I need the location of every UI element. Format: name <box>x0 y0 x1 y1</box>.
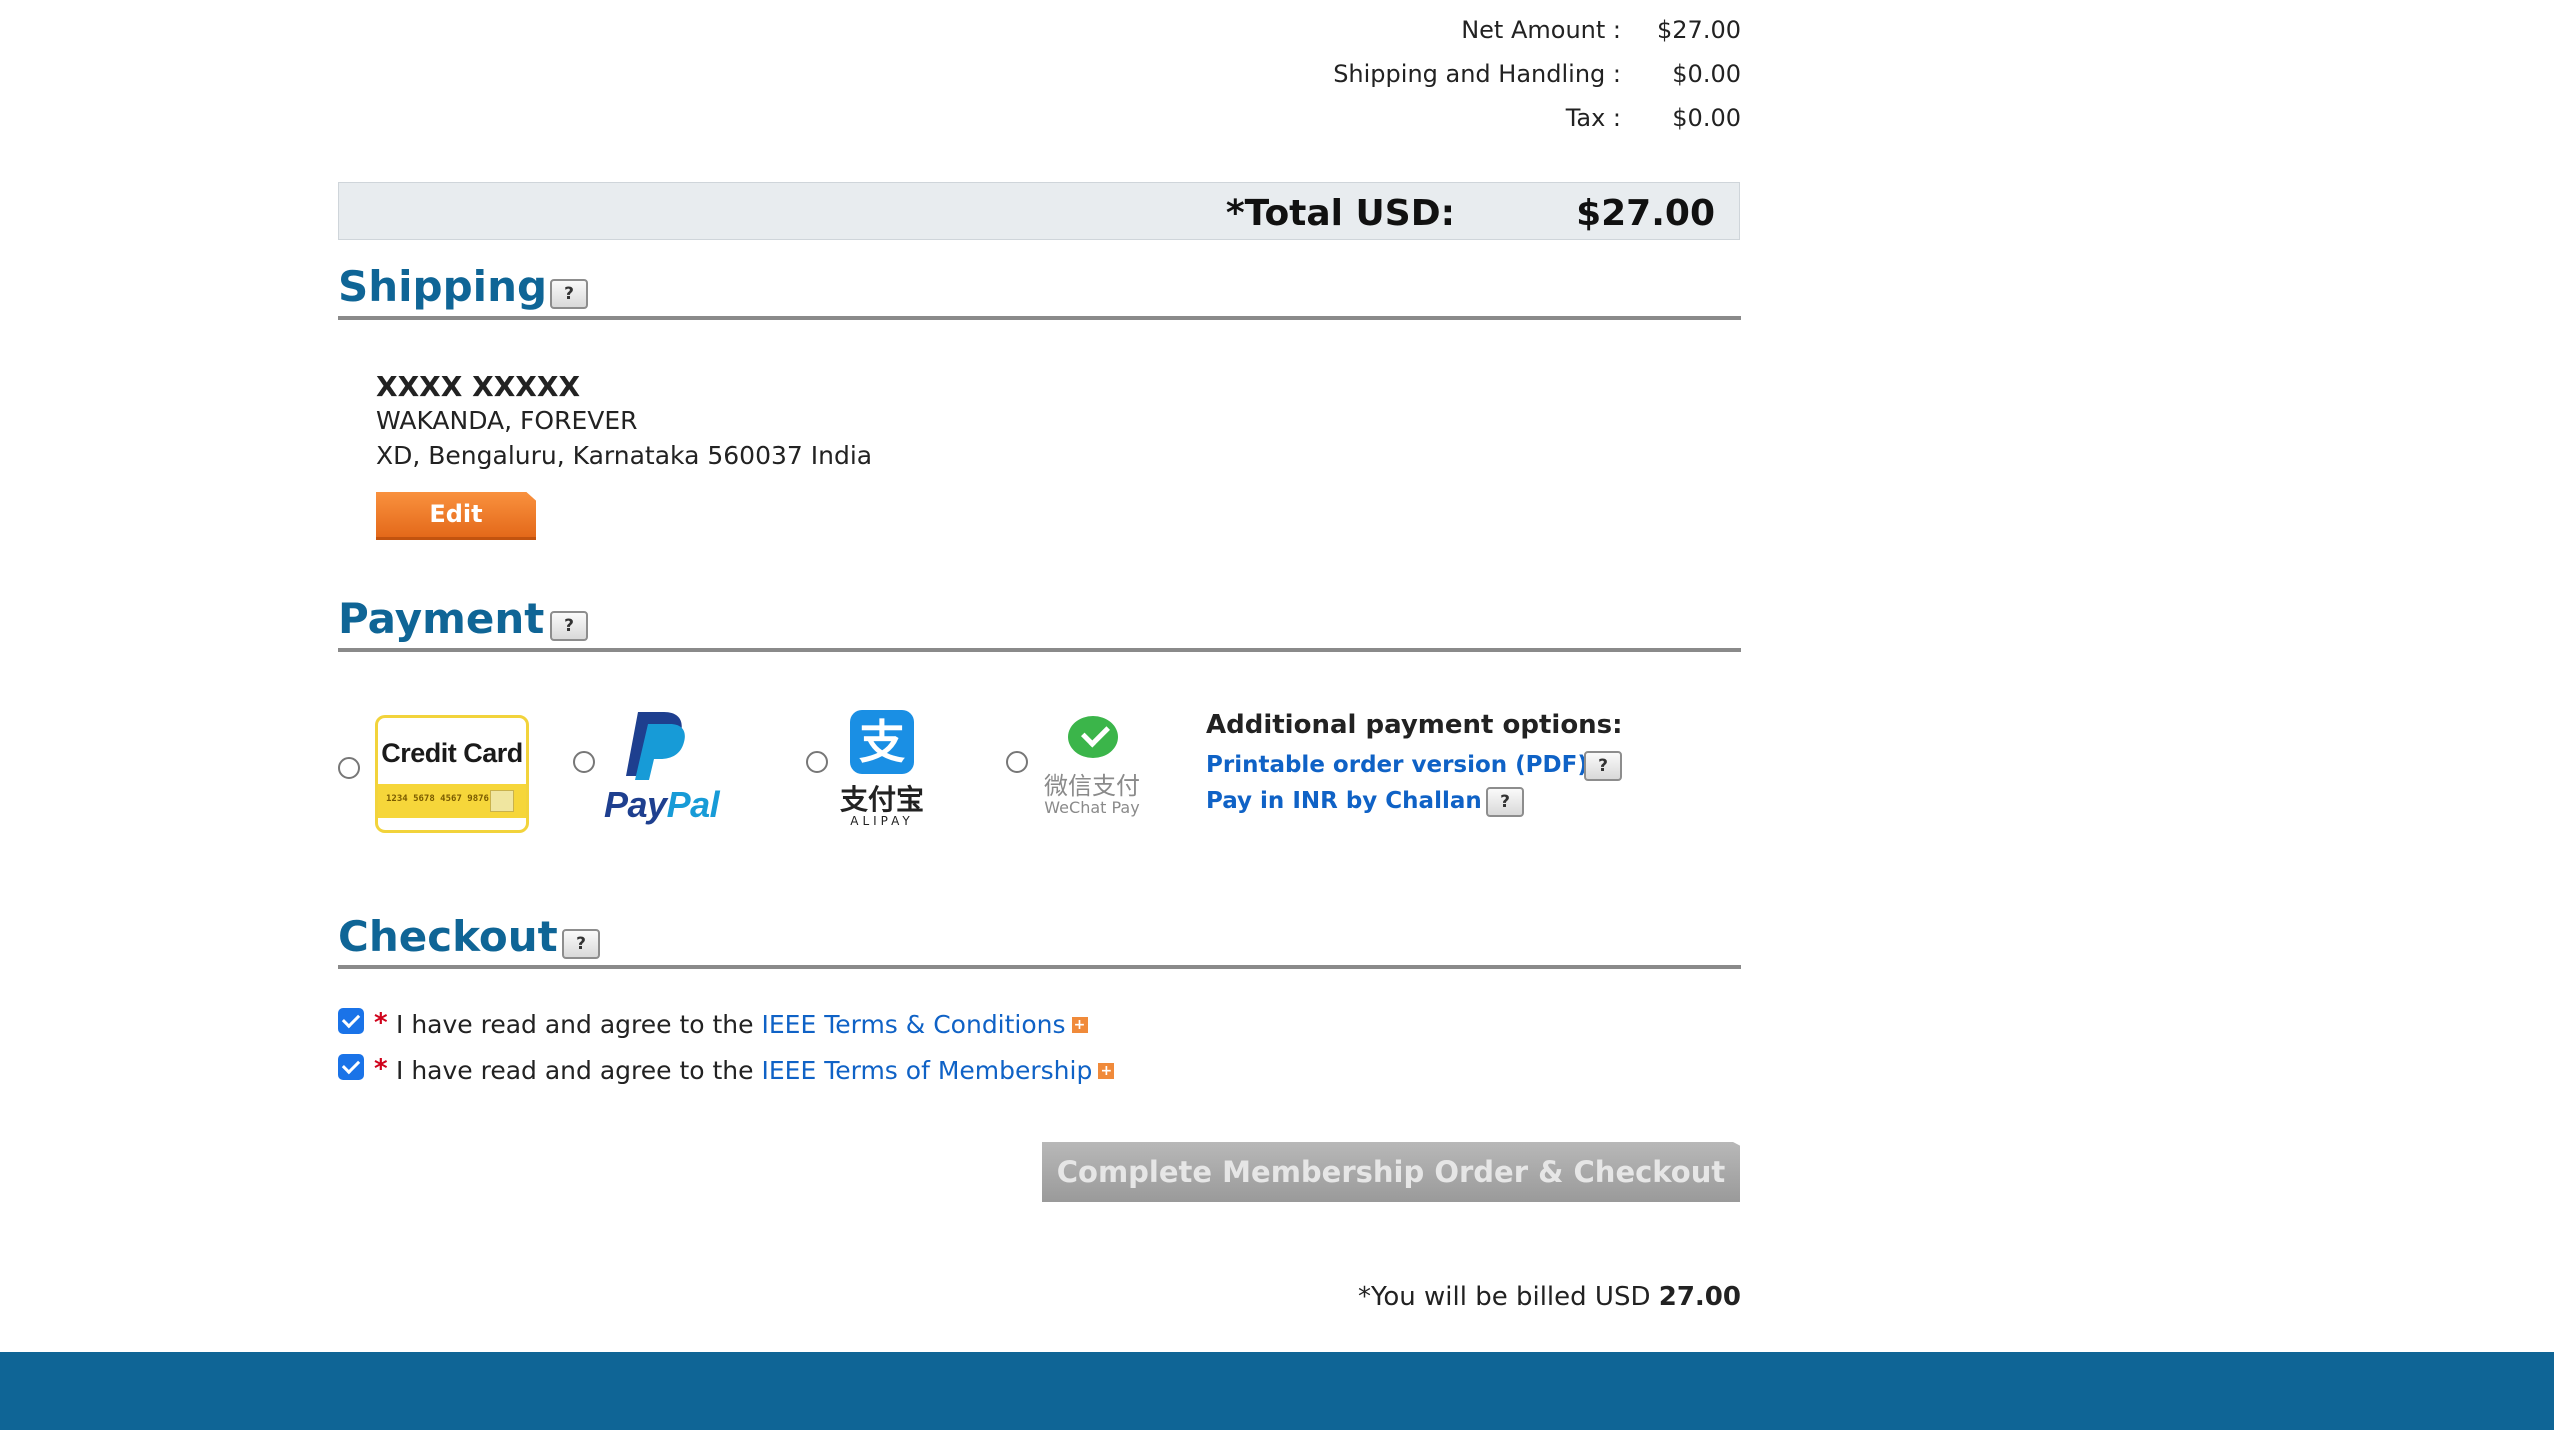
billing-note: *You will be billed USD 27.00 <box>1358 1282 1741 1312</box>
pay-inr-challan-link[interactable]: Pay in INR by Challan <box>1206 788 1482 814</box>
alipay-chinese-label: 支付宝 <box>839 783 924 816</box>
external-link-icon[interactable]: + <box>1098 1063 1115 1079</box>
shipping-divider <box>338 316 1741 320</box>
credit-card-logo[interactable]: Credit Card 1234 5678 4567 9876 <box>375 715 529 833</box>
shipping-handling-value: $0.00 <box>1672 60 1741 88</box>
pdf-help-button[interactable]: ? <box>1584 751 1622 781</box>
payment-divider <box>338 648 1741 652</box>
net-amount-label: Net Amount : <box>1461 16 1621 44</box>
checkout-divider <box>338 965 1741 969</box>
alipay-logo[interactable]: 支 支付宝 ALIPAY <box>836 708 928 828</box>
paypal-wordmark: PayPal <box>604 784 720 826</box>
wechat-pay-english-label: WeChat Pay <box>1044 798 1140 817</box>
tax-label: Tax : <box>1565 104 1621 132</box>
paypal-icon <box>626 712 685 780</box>
alipay-icon: 支 <box>850 710 914 774</box>
page-footer <box>0 1352 2554 1430</box>
checkout-title: Checkout <box>338 912 558 961</box>
printable-order-pdf-link[interactable]: Printable order version (PDF) <box>1206 752 1588 778</box>
required-marker: * <box>374 1008 388 1038</box>
paypal-logo[interactable]: PayPal <box>604 706 724 836</box>
required-marker: * <box>374 1054 388 1084</box>
paypal-wordmark-pal: Pal <box>666 784 720 825</box>
credit-card-chip-icon <box>490 790 514 812</box>
ieee-terms-membership-link[interactable]: IEEE Terms of Membership <box>762 1056 1093 1085</box>
edit-shipping-button[interactable]: Edit <box>376 492 536 540</box>
shipping-title: Shipping <box>338 262 548 311</box>
shipping-address-line2: XD, Bengaluru, Karnataka 560037 India <box>376 441 873 470</box>
checkout-help-button[interactable]: ? <box>562 929 600 959</box>
payment-help-button[interactable]: ? <box>550 611 588 641</box>
ieee-terms-conditions-link[interactable]: IEEE Terms & Conditions <box>762 1010 1066 1039</box>
paypal-radio[interactable] <box>573 751 595 773</box>
shipping-help-button[interactable]: ? <box>550 279 588 309</box>
alipay-radio[interactable] <box>806 751 828 773</box>
shipping-address-line1: WAKANDA, FOREVER <box>376 406 638 435</box>
alipay-english-label: ALIPAY <box>850 814 914 828</box>
paypal-wordmark-pay: Pay <box>604 784 667 825</box>
credit-card-strip: 1234 5678 4567 9876 <box>378 784 526 818</box>
net-amount-value: $27.00 <box>1657 16 1741 44</box>
complete-order-checkout-button[interactable]: Complete Membership Order & Checkout <box>1042 1142 1740 1202</box>
wechat-pay-chinese-label: 微信支付 <box>1044 772 1140 800</box>
external-link-icon[interactable]: + <box>1071 1017 1088 1033</box>
payment-title: Payment <box>338 594 545 643</box>
credit-card-radio[interactable] <box>338 757 360 779</box>
total-value: $27.00 <box>1576 193 1715 234</box>
billing-amount: 27.00 <box>1658 1282 1741 1312</box>
wechat-pay-radio[interactable] <box>1006 751 1028 773</box>
credit-card-number: 1234 5678 4567 9876 <box>386 794 489 804</box>
terms-conditions-checkbox[interactable] <box>338 1008 364 1034</box>
shipping-name: XXXX XXXXX <box>376 370 581 403</box>
terms-membership-agreement: I have read and agree to the IEEE Terms … <box>396 1056 1115 1085</box>
additional-payment-title: Additional payment options: <box>1206 710 1623 740</box>
terms-conditions-agreement: I have read and agree to the IEEE Terms … <box>396 1010 1088 1039</box>
agree-text: I have read and agree to the <box>396 1010 754 1039</box>
billing-note-text: *You will be billed USD <box>1357 1282 1651 1312</box>
tax-value: $0.00 <box>1672 104 1741 132</box>
shipping-handling-label: Shipping and Handling : <box>1333 60 1621 88</box>
terms-membership-checkbox[interactable] <box>338 1054 364 1080</box>
total-label: *Total USD: <box>1225 193 1455 234</box>
challan-help-button[interactable]: ? <box>1486 787 1524 817</box>
total-bar: *Total USD: $27.00 <box>338 182 1740 240</box>
agree-text: I have read and agree to the <box>396 1056 754 1085</box>
credit-card-title: Credit Card <box>381 738 523 768</box>
wechat-pay-logo[interactable]: 微信支付 WeChat Pay <box>1040 712 1144 822</box>
